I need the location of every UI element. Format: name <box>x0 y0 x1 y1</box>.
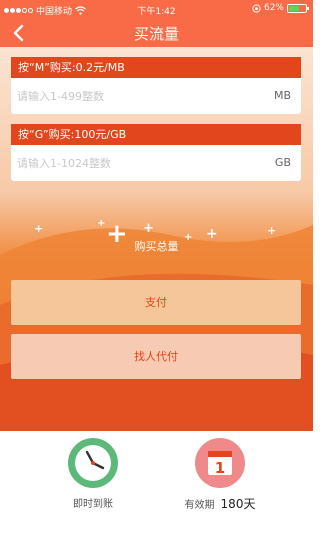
validity-label: 有效期 <box>184 500 215 511</box>
purchase-panel: 按“M”购买:0.2元/MB MB 按“G”购买:100元/GB GB + + … <box>0 47 313 431</box>
gb-amount-input[interactable] <box>17 145 257 181</box>
pay-button[interactable]: 支付 <box>11 280 301 325</box>
gb-input-row: GB <box>11 145 301 181</box>
proxy-pay-button[interactable]: 找人代付 <box>11 334 301 379</box>
status-right: 62% <box>252 3 309 13</box>
gb-price-header: 按“G”购买:100元/GB <box>11 124 301 145</box>
mb-unit-label: MB <box>273 89 291 102</box>
validity-caption: 有效期 180天 <box>160 495 280 512</box>
sparkle-icon: + <box>34 222 44 235</box>
instant-arrival-feature: 即时到账 <box>33 437 153 510</box>
validity-feature: 1 有效期 180天 <box>160 437 280 512</box>
mb-input-row: MB <box>11 78 301 114</box>
total-amount-label: 购买总量 <box>134 240 179 253</box>
sparkle-icon: + <box>97 218 106 229</box>
mb-price-header: 按“M”购买:0.2元/MB <box>11 57 301 78</box>
page-title: 买流量 <box>133 25 179 43</box>
battery-icon <box>287 3 309 13</box>
mb-amount-input[interactable] <box>17 78 257 114</box>
orientation-lock-icon <box>252 3 261 13</box>
clock-icon <box>68 438 118 488</box>
info-panel: 即时到账 1 有效期 180天 <box>0 431 313 556</box>
instant-arrival-label: 即时到账 <box>73 499 113 510</box>
battery-percent: 62% <box>263 3 284 13</box>
status-bar: 中国移动 下午1:42 62% <box>0 0 313 18</box>
calendar-number: 1 <box>215 459 225 477</box>
sparkle-icon: + <box>143 221 154 236</box>
sparkle-icon: + <box>267 224 277 237</box>
mb-purchase-card: 按“M”购买:0.2元/MB MB <box>11 57 301 114</box>
battery-level-fill <box>289 5 299 11</box>
validity-days: 180天 <box>220 497 256 511</box>
gb-unit-label: GB <box>274 156 291 169</box>
gb-purchase-card: 按“G”购买:100元/GB GB <box>11 124 301 181</box>
calendar-icon: 1 <box>195 438 245 488</box>
nav-bar: 买流量 <box>0 18 313 47</box>
